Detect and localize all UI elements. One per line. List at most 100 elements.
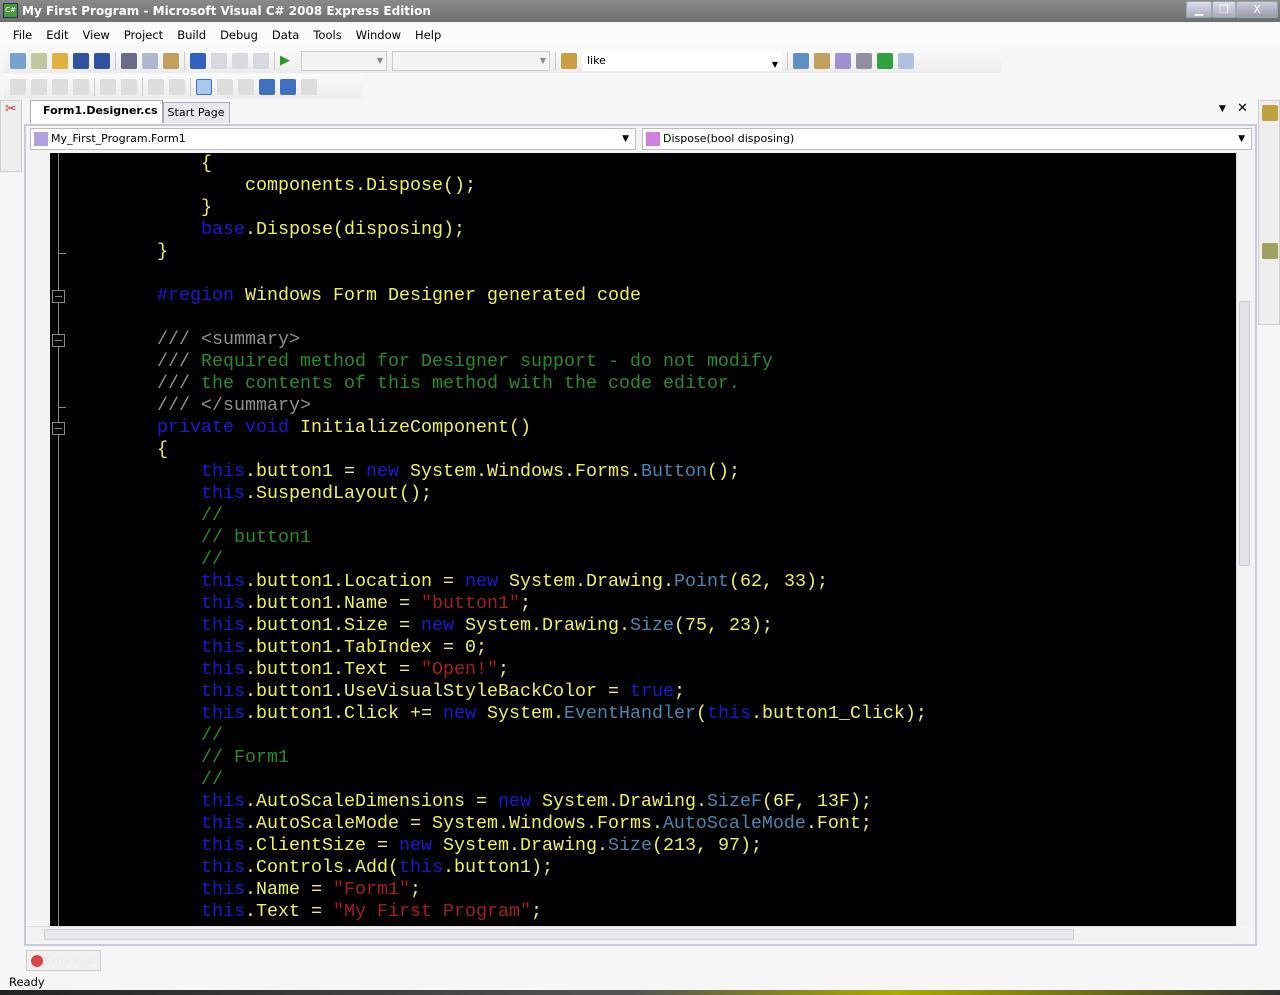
horizontal-scroll-thumb[interactable] [44, 929, 1074, 940]
code-text: ( [695, 703, 707, 724]
separator [787, 51, 788, 70]
doc-comment: /// </summary> [157, 395, 311, 416]
properties-icon[interactable] [814, 52, 830, 69]
menu-window[interactable]: Window [349, 24, 408, 46]
string-literal: "button1" [420, 593, 520, 614]
member-combo[interactable]: Dispose(bool disposing) ▼ [642, 128, 1252, 150]
class-combo[interactable]: My_First_Program.Form1 ▼ [30, 128, 636, 150]
code-line: this.button1 = new System.Windows.Forms.… [69, 461, 927, 483]
find-combo[interactable]: like ▼ [582, 50, 782, 71]
comment: // [200, 505, 223, 526]
menu-view[interactable]: View [76, 24, 117, 46]
menu-build[interactable]: Build [170, 24, 213, 46]
status-text: Ready [9, 975, 45, 989]
copy-icon[interactable] [142, 52, 158, 69]
find-value: like [587, 53, 606, 67]
code-line: this.Name = "Form1"; [69, 879, 927, 901]
start-page-icon[interactable] [877, 52, 893, 69]
code-text: ; [519, 593, 531, 614]
save-icon[interactable] [73, 52, 89, 69]
solution-explorer-strip[interactable] [1258, 100, 1280, 325]
code-text: (213, 97); [651, 835, 762, 856]
bookmark-icon[interactable] [196, 78, 212, 95]
keyword: base [200, 219, 245, 240]
redo-icon[interactable] [211, 52, 227, 69]
toolbox-strip[interactable]: ✂ [0, 100, 22, 172]
toolbox-icon[interactable] [856, 52, 872, 69]
decrease-indent-icon[interactable] [100, 78, 116, 95]
configuration-combo[interactable]: ▼ [301, 50, 387, 71]
keyword: new [442, 703, 476, 724]
error-list-tab[interactable]: Error List [26, 950, 101, 971]
tab-form1-designer[interactable]: Form1.Designer.cs [30, 100, 163, 123]
code-line: this.button1.TabIndex = 0; [69, 637, 927, 659]
code-line: private void InitializeComponent() [69, 417, 927, 439]
menu-project[interactable]: Project [117, 24, 170, 46]
keyword: new [464, 571, 498, 592]
collapse-method-icon[interactable] [52, 422, 65, 435]
menu-data[interactable]: Data [265, 24, 306, 46]
save-all-icon[interactable] [94, 52, 110, 69]
increase-indent-icon[interactable] [121, 78, 137, 95]
solution-explorer-icon[interactable] [793, 52, 809, 69]
menu-help[interactable]: Help [408, 24, 448, 46]
start-debugging-icon[interactable]: ▶ [280, 53, 296, 69]
navigate-backward-icon[interactable] [232, 52, 248, 69]
paste-icon[interactable] [163, 52, 179, 69]
code-text: ; [673, 681, 685, 702]
code-text: } [69, 241, 168, 262]
collapse-region-icon[interactable] [52, 290, 65, 303]
previous-bookmark-folder-icon[interactable] [259, 78, 275, 95]
keyword: this [200, 637, 245, 658]
code-editor[interactable]: { components.Dispose(); } base.Dispose(d… [50, 153, 1236, 926]
restore-button[interactable]: ❐ [1212, 1, 1236, 18]
menu-tools[interactable]: Tools [306, 24, 348, 46]
code-text: .button1.Location = [244, 571, 465, 592]
new-project-icon[interactable] [10, 52, 26, 69]
quick-info-icon[interactable] [52, 78, 68, 95]
menu-file[interactable]: File [6, 24, 39, 46]
previous-bookmark-icon[interactable] [217, 78, 233, 95]
clear-bookmarks-icon[interactable] [301, 78, 317, 95]
close-tab-button[interactable]: ✕ [1237, 101, 1248, 116]
document-tabs: Form1.Designer.cs Start Page [30, 100, 230, 123]
object-browser-icon[interactable] [835, 52, 851, 69]
parameter-info-icon[interactable] [31, 78, 47, 95]
close-button[interactable]: X [1236, 1, 1278, 18]
other-windows-icon[interactable] [898, 52, 914, 69]
minimize-button[interactable]: ▁ [1186, 1, 1212, 18]
doc-comment: /// [157, 351, 190, 372]
code-text: .Name = [244, 879, 333, 900]
object-member-list-icon[interactable] [10, 78, 26, 95]
navigate-forward-icon[interactable] [253, 52, 269, 69]
uncomment-icon[interactable] [169, 78, 185, 95]
tab-start-page[interactable]: Start Page [162, 102, 230, 123]
code-text: System. [475, 703, 564, 724]
menu-debug[interactable]: Debug [213, 24, 265, 46]
tab-list-dropdown[interactable]: ▼ [1219, 104, 1226, 114]
find-in-files-icon[interactable] [561, 52, 577, 69]
vertical-scrollbar[interactable] [1236, 153, 1252, 926]
horizontal-scrollbar[interactable] [28, 926, 1236, 942]
next-bookmark-folder-icon[interactable] [280, 78, 296, 95]
comment-icon[interactable] [148, 78, 164, 95]
menu-edit[interactable]: Edit [39, 24, 75, 46]
cut-icon[interactable] [121, 52, 137, 69]
complete-word-icon[interactable] [73, 78, 89, 95]
vertical-scroll-thumb[interactable] [1239, 301, 1250, 566]
undo-icon[interactable] [190, 52, 206, 69]
add-item-icon[interactable] [31, 52, 47, 69]
platform-combo[interactable]: ▼ [392, 50, 550, 71]
separator [190, 77, 191, 96]
open-file-icon[interactable] [52, 52, 68, 69]
code-text: .button1.Size = [244, 615, 421, 636]
collapse-summary-icon[interactable] [52, 334, 65, 347]
next-bookmark-icon[interactable] [238, 78, 254, 95]
doc-comment: /// <summary> [157, 329, 300, 350]
title-bar: My First Program - Microsoft Visual C# 2… [0, 0, 1280, 22]
